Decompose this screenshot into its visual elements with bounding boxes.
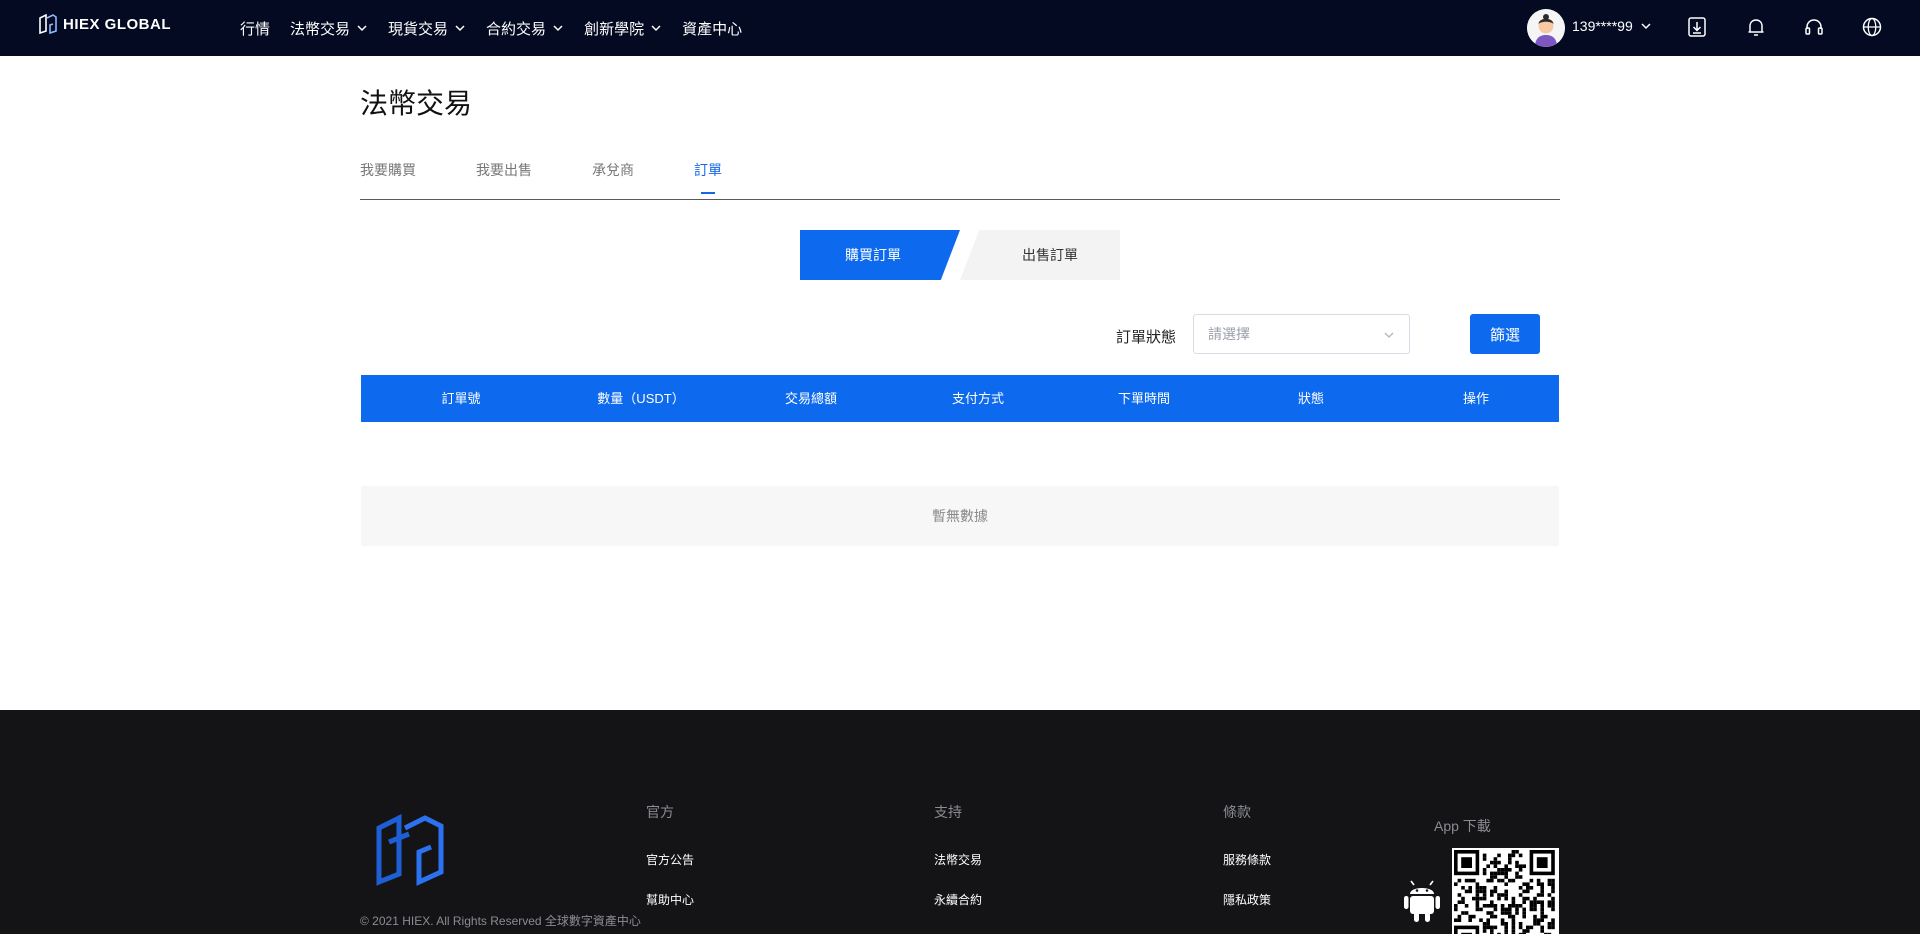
nav-spot-trading-label: 現貨交易 — [388, 20, 449, 38]
nav-fiat-trading-label: 法幣交易 — [290, 20, 351, 38]
avatar[interactable] — [1527, 9, 1565, 47]
hiex-logo-icon — [39, 14, 57, 34]
logo-text: HIEX GLOBAL — [63, 15, 172, 33]
chevron-down-icon — [1384, 332, 1394, 338]
column-order-id: 訂單號 — [441, 391, 481, 406]
chevron-down-icon — [357, 25, 367, 32]
filter-button[interactable]: 篩選 — [1470, 314, 1540, 354]
chevron-down-icon[interactable] — [1640, 20, 1652, 32]
headset-icon[interactable] — [1803, 16, 1825, 38]
footer-link-fiat-trading[interactable]: 法幣交易 — [934, 851, 982, 868]
tab-orders[interactable]: 訂單 — [694, 160, 722, 180]
nav-spot-trading[interactable]: 現貨交易 — [388, 18, 466, 39]
nav-market[interactable]: 行情 — [240, 18, 270, 39]
app-download-title: App 下載 — [1434, 818, 1491, 834]
tab-sell[interactable]: 我要出售 — [476, 160, 532, 180]
android-icon[interactable] — [1402, 876, 1442, 924]
buy-orders-toggle[interactable]: 購買訂單 — [800, 230, 960, 280]
footer-link-help-center[interactable]: 幫助中心 — [646, 891, 694, 908]
footer-link-announcements[interactable]: 官方公告 — [646, 851, 694, 868]
empty-state-text: 暫無數據 — [932, 508, 988, 524]
nav-asset-center-label: 資產中心 — [682, 20, 743, 38]
copyright: © 2021 HIEX. All Rights Reserved 全球數字資產中… — [360, 914, 641, 928]
nav-innovation-academy[interactable]: 創新學院 — [584, 18, 662, 39]
order-status-select[interactable]: 請選擇 — [1193, 314, 1410, 354]
download-icon[interactable] — [1686, 16, 1708, 38]
main-nav: 行情 法幣交易 現貨交易 合約交易 創新學院 資產中心 — [240, 0, 762, 56]
footer-col-support-title: 支持 — [934, 804, 962, 820]
column-actions: 操作 — [1462, 391, 1490, 406]
nav-fiat-trading[interactable]: 法幣交易 — [290, 18, 368, 39]
qr-code-icon — [1454, 850, 1555, 934]
order-status-label: 訂單狀態 — [1116, 329, 1177, 346]
app-download-qr-code — [1452, 848, 1559, 934]
nav-contract-trading-label: 合約交易 — [486, 20, 547, 38]
sell-orders-toggle[interactable]: 出售訂單 — [960, 230, 1120, 280]
column-order-time: 下單時間 — [1117, 391, 1171, 406]
tab-merchant[interactable]: 承兌商 — [592, 160, 634, 180]
column-total: 交易總額 — [784, 391, 838, 406]
chevron-down-icon — [651, 25, 661, 32]
active-tab-indicator — [701, 192, 715, 194]
column-payment-method: 支付方式 — [951, 391, 1005, 406]
bell-icon[interactable] — [1745, 16, 1767, 38]
page-title: 法幣交易 — [360, 88, 473, 119]
user-avatar-icon — [1527, 9, 1565, 47]
top-navigation-bar: HIEX GLOBAL 行情 法幣交易 現貨交易 合約交易 創新學院 資產中心 — [0, 0, 1920, 56]
user-name[interactable]: 139****99 — [1572, 18, 1633, 34]
hiex-footer-logo — [376, 813, 444, 886]
footer-col-terms-title: 條款 — [1223, 804, 1251, 820]
nav-asset-center[interactable]: 資產中心 — [682, 18, 742, 39]
order-status-placeholder: 請選擇 — [1208, 326, 1250, 342]
column-status: 狀態 — [1297, 391, 1325, 406]
footer-col-official-title: 官方 — [646, 804, 674, 820]
tab-buy[interactable]: 我要購買 — [360, 160, 416, 180]
empty-state: 暫無數據 — [361, 486, 1559, 546]
footer-link-perpetual-contract[interactable]: 永續合約 — [934, 891, 982, 908]
nav-market-label: 行情 — [240, 20, 271, 38]
chevron-down-icon — [553, 25, 563, 32]
globe-icon[interactable] — [1861, 16, 1883, 38]
column-quantity: 數量（USDT） — [597, 391, 685, 406]
footer-link-terms-of-service[interactable]: 服務條款 — [1223, 851, 1271, 868]
hiex-logo[interactable]: HIEX GLOBAL — [38, 14, 171, 34]
fiat-tabs: 我要購買 我要出售 承兌商 訂單 — [360, 158, 1560, 200]
nav-contract-trading[interactable]: 合約交易 — [486, 18, 564, 39]
nav-innovation-academy-label: 創新學院 — [584, 20, 645, 38]
orders-table-header: 訂單號 數量（USDT） 交易總額 支付方式 下單時間 狀態 操作 — [361, 375, 1559, 422]
chevron-down-icon — [455, 25, 465, 32]
footer-link-privacy-policy[interactable]: 隱私政策 — [1223, 891, 1271, 908]
